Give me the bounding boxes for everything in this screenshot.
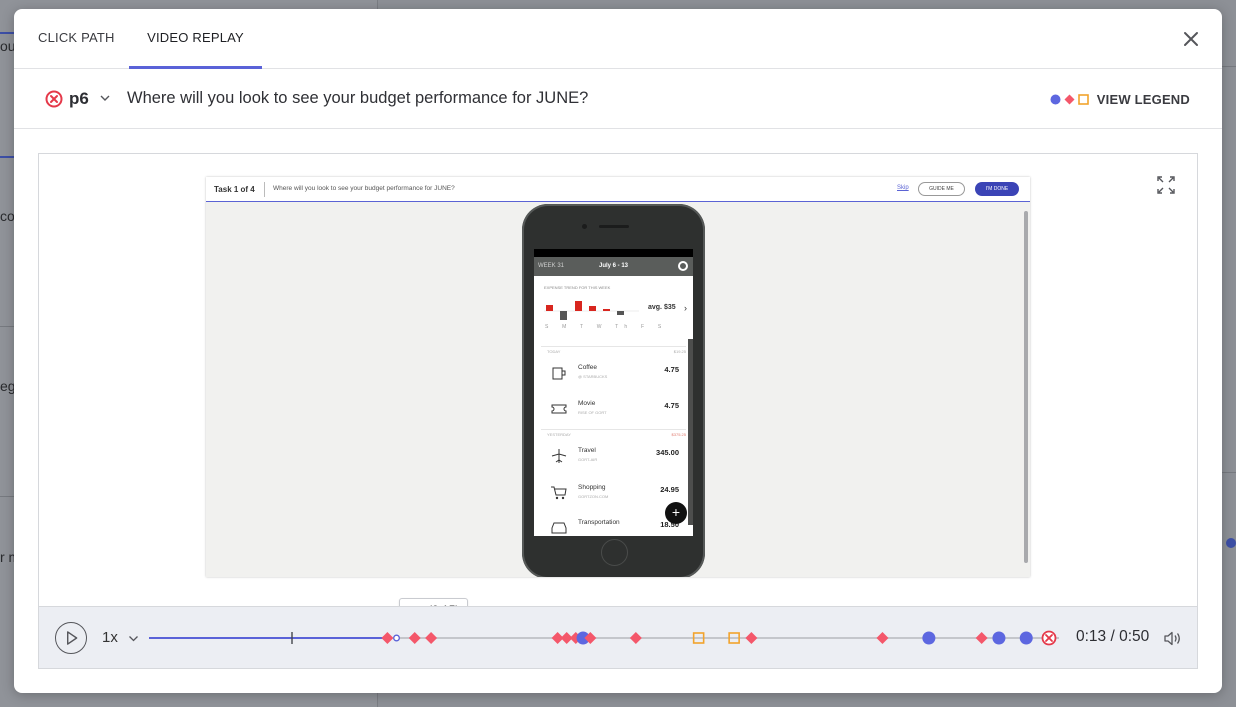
scroll-marker-icon: [1050, 94, 1061, 104]
background-divider: [0, 326, 14, 327]
other-marker-icon: [1077, 93, 1089, 105]
section-header: YESTERDAY $375.25: [541, 429, 686, 439]
click-event-marker: [745, 632, 758, 644]
scroll-event-marker: [922, 631, 936, 645]
item-name: Shopping: [578, 484, 606, 491]
playback-speed[interactable]: 1x: [102, 629, 118, 646]
item-subtitle: RISE OF GORT: [578, 410, 607, 415]
budget-app-screen: WEEK 31 July 6 - 13 EXPENSE TREND FOR TH…: [534, 249, 693, 536]
fail-icon: [45, 90, 63, 108]
date-range: July 6 - 13: [599, 263, 629, 269]
volume-icon[interactable]: [1164, 631, 1181, 646]
legend-label: VIEW LEGEND: [1096, 91, 1190, 107]
phone-frame: WEEK 31 July 6 - 13 EXPENSE TREND FOR TH…: [522, 204, 705, 577]
scroll-event-marker: [992, 631, 1006, 645]
close-icon[interactable]: [1180, 28, 1202, 50]
legend-markers: [1050, 93, 1089, 105]
background-divider: [1222, 66, 1236, 67]
test-header: Task 1 of 4 Where will you look to see y…: [206, 177, 1030, 202]
item-name: Travel: [578, 447, 596, 454]
item-name: Transportation: [578, 519, 620, 526]
item-amount: 4.75: [664, 365, 679, 374]
item-amount: 345.00: [656, 448, 679, 457]
click-event-marker: [425, 632, 438, 644]
section-amount: $375.25: [671, 432, 686, 437]
click-event-marker: [408, 632, 421, 644]
background-indicator: [1226, 538, 1236, 548]
car-icon: [551, 522, 567, 534]
tab-bar: CLICK PATH VIDEO REPLAY: [14, 9, 1222, 69]
app-scroll-shade: [688, 339, 693, 525]
add-icon: +: [665, 502, 687, 524]
background-divider: [1222, 472, 1236, 473]
click-event-marker: [629, 632, 642, 644]
chevron-right-icon: ›: [684, 303, 687, 313]
task-counter: Task 1 of 4: [214, 185, 255, 194]
tab-click-path[interactable]: CLICK PATH: [38, 9, 115, 69]
phone-camera: [582, 224, 587, 229]
section-label: YESTERDAY: [547, 432, 571, 437]
section-amount: $19.25: [673, 349, 686, 354]
guide-me-button: GUIDE ME: [918, 182, 965, 196]
current-event-marker: [393, 634, 400, 642]
status-bar: [534, 249, 693, 257]
recorded-screen: Task 1 of 4 Where will you look to see y…: [206, 177, 1030, 577]
view-legend-button[interactable]: VIEW LEGEND: [1050, 90, 1190, 108]
click-event-marker: [975, 632, 988, 644]
background-text: co: [0, 208, 15, 224]
participant-label[interactable]: p6: [69, 89, 89, 109]
test-question: Where will you look to see your budget p…: [273, 185, 455, 192]
weekday-labels: S M T W Th F S: [545, 324, 668, 330]
coffee-icon: [552, 367, 566, 380]
section-header: TODAY $19.25: [541, 346, 686, 356]
list-item: Movie RISE OF GORT 4.75: [541, 394, 686, 428]
divider: [264, 182, 265, 197]
skip-link: Skip: [897, 185, 909, 191]
task-question: Where will you look to see your budget p…: [127, 89, 589, 107]
list-item: Transportation 18.50: [541, 513, 686, 536]
app-header: WEEK 31 July 6 - 13: [534, 257, 693, 276]
click-marker-icon: [1064, 94, 1075, 104]
list-item: Shopping GORTZON.COM 24.95: [541, 478, 686, 512]
home-button: [601, 539, 628, 566]
item-subtitle: @ STARBUCKS: [578, 374, 608, 379]
background-accent: [0, 32, 14, 34]
average-label: avg. $35: [648, 304, 676, 311]
background-divider: [0, 496, 14, 497]
item-amount: 4.75: [664, 401, 679, 410]
week-label: WEEK 31: [538, 263, 565, 269]
tab-video-replay[interactable]: VIDEO REPLAY: [129, 9, 262, 69]
item-name: Movie: [578, 400, 596, 407]
timeline-scrubber[interactable]: [149, 621, 1059, 655]
plane-icon: [551, 449, 567, 463]
task-header: p6 Where will you look to see your budge…: [14, 69, 1222, 129]
item-subtitle: GORTZON.COM: [578, 494, 609, 499]
playback-controls: 1x 0:13 / 0:50: [39, 606, 1197, 668]
fullscreen-icon[interactable]: [1157, 176, 1175, 194]
chevron-down-icon[interactable]: [99, 92, 111, 104]
done-button: I'M DONE: [975, 182, 1019, 196]
scrollbar: [1024, 211, 1028, 563]
item-name: Coffee: [578, 364, 598, 371]
item-amount: 24.95: [660, 485, 679, 494]
scroll-event-marker: [1019, 631, 1033, 645]
ticket-icon: [551, 404, 567, 414]
video-player: Task 1 of 4 Where will you look to see y…: [38, 153, 1198, 669]
list-item: Coffee @ STARBUCKS 4.75: [541, 358, 686, 392]
time-display: 0:13 / 0:50: [1076, 628, 1150, 645]
click-event-marker: [381, 632, 394, 644]
item-subtitle: GORT-AIR: [578, 457, 598, 462]
chevron-down-icon[interactable]: [128, 633, 139, 644]
trend-label: EXPENSE TREND FOR THIS WEEK: [544, 285, 611, 290]
section-label: TODAY: [547, 349, 561, 354]
click-event-marker: [876, 632, 889, 644]
phone-speaker: [599, 225, 629, 228]
cart-icon: [551, 486, 567, 500]
gear-icon: [678, 261, 688, 271]
background-accent: [0, 156, 14, 158]
replay-modal: CLICK PATH VIDEO REPLAY p6 Where will yo…: [14, 9, 1222, 693]
play-icon[interactable]: [55, 622, 87, 654]
list-item: Travel GORT-AIR 345.00: [541, 441, 686, 475]
